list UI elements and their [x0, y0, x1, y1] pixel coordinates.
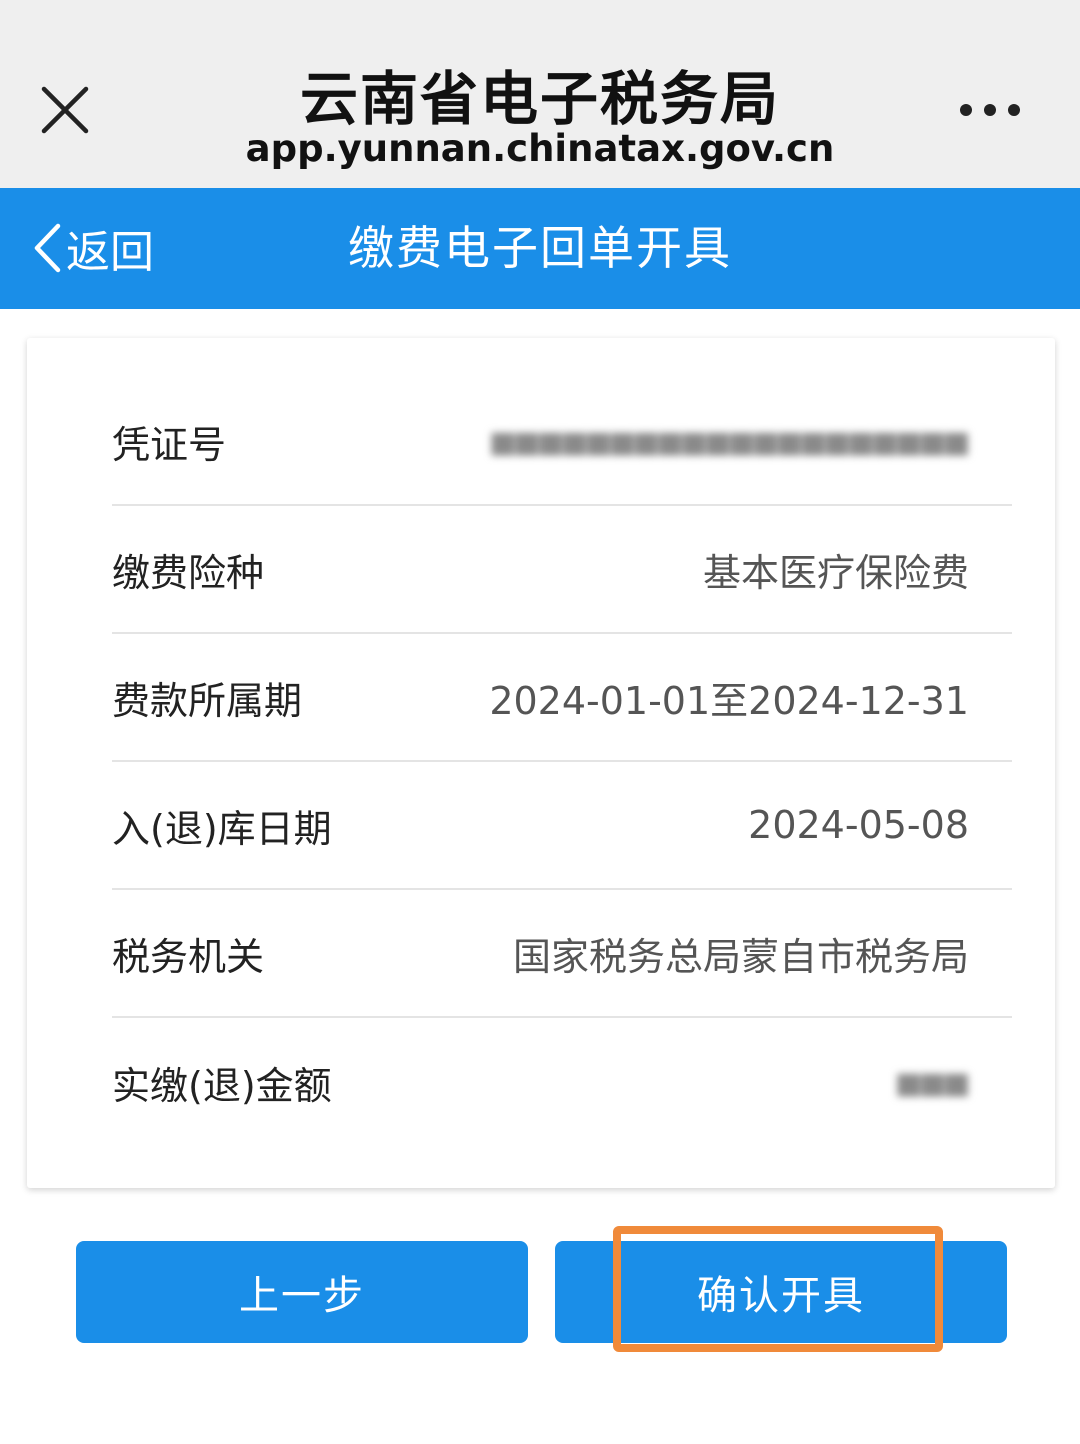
detail-row-insurance-type: 缴费险种 基本医疗保险费: [112, 506, 1012, 634]
page-title: 缴费电子回单开具: [348, 221, 732, 275]
voucher-number-redacted: ■■■■■■■■■■■■■■■■■■■■: [491, 419, 969, 463]
nav-bar: 缴费电子回单开具 返回: [0, 188, 1080, 309]
detail-label: 实缴(退)金额: [112, 1063, 332, 1108]
detail-row-tax-authority: 税务机关 国家税务总局蒙自市税务局: [112, 890, 1012, 1018]
detail-row-storage-date: 入(退)库日期 2024-05-08: [112, 762, 1012, 890]
detail-value: 基本医疗保险费: [702, 550, 969, 595]
site-title: 云南省电子税务局: [299, 65, 780, 133]
browser-header: 云南省电子税务局 app.yunnan.chinatax.gov.cn: [0, 0, 1080, 188]
detail-value: 2024-01-01至2024-12-31: [489, 678, 969, 723]
detail-value: 国家税务总局蒙自市税务局: [512, 934, 969, 979]
back-button[interactable]: 返回: [32, 208, 154, 288]
detail-row-paid-amount: 实缴(退)金额 ■■■: [112, 1018, 1012, 1146]
detail-label: 缴费险种: [112, 550, 265, 595]
more-icon[interactable]: [955, 98, 1025, 122]
receipt-details-card: 凭证号 ■■■■■■■■■■■■■■■■■■■■ 缴费险种 基本医疗保险费 费款…: [27, 338, 1055, 1188]
detail-row-fee-period: 费款所属期 2024-01-01至2024-12-31: [112, 634, 1012, 762]
paid-amount-redacted: ■■■: [897, 1060, 969, 1104]
confirm-issue-button[interactable]: 确认开具: [555, 1241, 1007, 1343]
detail-label: 入(退)库日期: [112, 806, 332, 851]
detail-label: 税务机关: [112, 934, 265, 979]
site-url: app.yunnan.chinatax.gov.cn: [245, 127, 835, 170]
detail-label: 凭证号: [112, 422, 227, 467]
back-label: 返回: [66, 227, 154, 278]
detail-label: 费款所属期: [112, 678, 303, 723]
chevron-left-icon: [34, 223, 61, 273]
detail-row-voucher-number: 凭证号 ■■■■■■■■■■■■■■■■■■■■: [112, 378, 1012, 506]
detail-value: 2024-05-08: [748, 803, 969, 847]
previous-step-button[interactable]: 上一步: [76, 1241, 528, 1343]
